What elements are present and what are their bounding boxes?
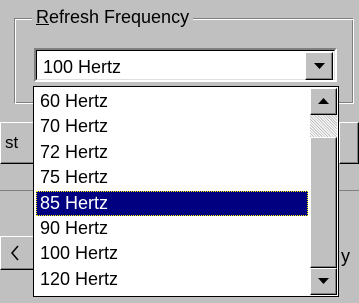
list-item-85-hertz-selected[interactable]: 85 Hertz (36, 190, 308, 216)
vertical-scrollbar[interactable] (310, 88, 337, 295)
list-item-72-hertz[interactable]: 72 Hertz (36, 140, 308, 165)
accelerator-key: R (36, 7, 49, 27)
divider (339, 190, 359, 191)
combobox-value: 100 Hertz (43, 57, 122, 77)
chevron-left-icon (11, 245, 19, 261)
refresh-frequency-combobox[interactable]: 100 Hertz (34, 48, 337, 82)
scroll-down-button[interactable] (310, 268, 337, 295)
list: 60 Hertz 70 Hertz 72 Hertz 75 Hertz 85 H… (36, 89, 308, 292)
group-title-text: efresh Frequency (49, 7, 190, 27)
background-button-right[interactable] (339, 122, 359, 164)
combobox-field[interactable]: 100 Hertz (36, 50, 335, 80)
list-item-60-hertz[interactable]: 60 Hertz (36, 89, 308, 114)
background-arrow-button[interactable] (0, 236, 36, 270)
list-item-75-hertz[interactable]: 75 Hertz (36, 165, 308, 190)
list-item-120-hertz[interactable]: 120 Hertz (36, 267, 308, 292)
background-button-left-label: st (5, 133, 19, 152)
background-button-left[interactable]: st (0, 122, 36, 164)
combobox-dropdown-button[interactable] (305, 52, 333, 80)
list-item-90-hertz[interactable]: 90 Hertz (36, 216, 308, 241)
list-item-70-hertz[interactable]: 70 Hertz (36, 114, 308, 139)
background-right-fragment: y (341, 246, 350, 266)
scroll-up-button[interactable] (310, 88, 337, 115)
triangle-down-icon (314, 63, 325, 69)
page: st y Refresh Frequency 100 Hertz 60 Hert… (0, 0, 359, 303)
divider (0, 190, 36, 191)
list-item-100-hertz[interactable]: 100 Hertz (36, 241, 308, 266)
refresh-frequency-dropdown-list[interactable]: 60 Hertz 70 Hertz 72 Hertz 75 Hertz 85 H… (33, 86, 339, 297)
scroll-thumb[interactable] (310, 137, 337, 268)
refresh-frequency-group-title: Refresh Frequency (32, 6, 194, 28)
triangle-down-icon (318, 278, 329, 284)
triangle-up-icon (318, 98, 329, 104)
